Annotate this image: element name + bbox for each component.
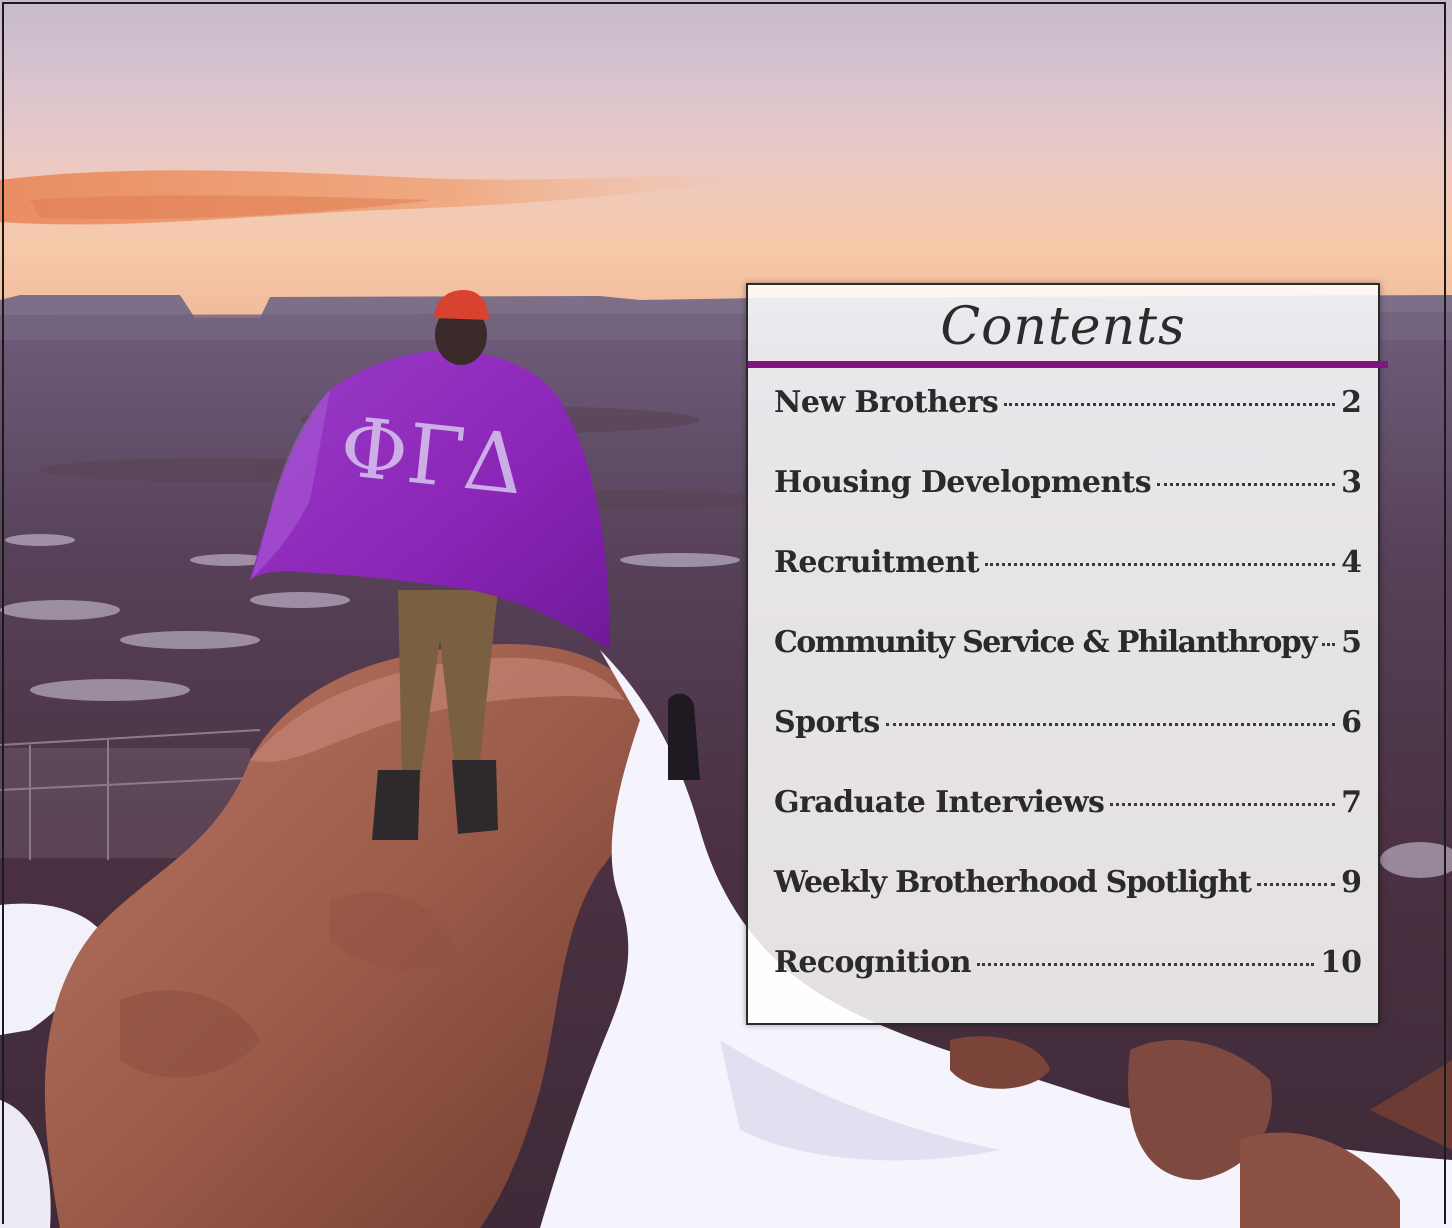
dot-leader bbox=[885, 723, 1336, 726]
toc-entry-new-brothers[interactable]: New Brothers 2 bbox=[774, 385, 1362, 465]
toc-entry-label: Graduate Interviews bbox=[774, 785, 1105, 820]
toc-entry-label: New Brothers bbox=[774, 385, 999, 420]
table-of-contents: Contents New Brothers 2 Housing Developm… bbox=[746, 283, 1388, 1025]
dot-leader bbox=[1157, 483, 1336, 486]
magazine-page: ΦΓΔ Contents New Brothers 2 Housing Deve… bbox=[0, 0, 1452, 1228]
toc-page-number: 3 bbox=[1341, 465, 1362, 500]
toc-list: New Brothers 2 Housing Developments 3 Re… bbox=[774, 385, 1362, 1025]
toc-title: Contents bbox=[940, 297, 1186, 357]
toc-entry-recognition[interactable]: Recognition 10 bbox=[774, 945, 1362, 1025]
dot-leader bbox=[976, 963, 1315, 966]
dot-leader bbox=[1256, 883, 1336, 886]
dot-leader bbox=[1321, 643, 1336, 646]
toc-entry-community-service[interactable]: Community Service & Philanthropy 5 bbox=[774, 625, 1362, 705]
toc-page-number: 5 bbox=[1341, 625, 1362, 660]
toc-page-number: 7 bbox=[1341, 785, 1362, 820]
toc-divider bbox=[748, 361, 1388, 368]
toc-entry-recruitment[interactable]: Recruitment 4 bbox=[774, 545, 1362, 625]
toc-entry-label: Sports bbox=[774, 705, 880, 740]
toc-page-number: 6 bbox=[1341, 705, 1362, 740]
toc-entry-housing-developments[interactable]: Housing Developments 3 bbox=[774, 465, 1362, 545]
toc-entry-label: Housing Developments bbox=[774, 465, 1152, 500]
toc-entry-graduate-interviews[interactable]: Graduate Interviews 7 bbox=[774, 785, 1362, 865]
dot-leader bbox=[1110, 803, 1336, 806]
toc-entry-label: Recognition bbox=[774, 945, 972, 980]
dot-leader bbox=[985, 563, 1336, 566]
dot-leader bbox=[1004, 403, 1336, 406]
toc-page-number: 9 bbox=[1341, 865, 1362, 900]
svg-text:ΦΓΔ: ΦΓΔ bbox=[336, 400, 528, 514]
toc-entry-label: Community Service & Philanthropy bbox=[774, 625, 1318, 660]
toc-entry-brotherhood-spotlight[interactable]: Weekly Brotherhood Spotlight 9 bbox=[774, 865, 1362, 945]
toc-page-number: 4 bbox=[1341, 545, 1362, 580]
toc-page-number: 10 bbox=[1320, 945, 1362, 980]
toc-entry-sports[interactable]: Sports 6 bbox=[774, 705, 1362, 785]
toc-entry-label: Recruitment bbox=[774, 545, 980, 580]
toc-entry-label: Weekly Brotherhood Spotlight bbox=[774, 865, 1252, 900]
toc-page-number: 2 bbox=[1341, 385, 1362, 420]
